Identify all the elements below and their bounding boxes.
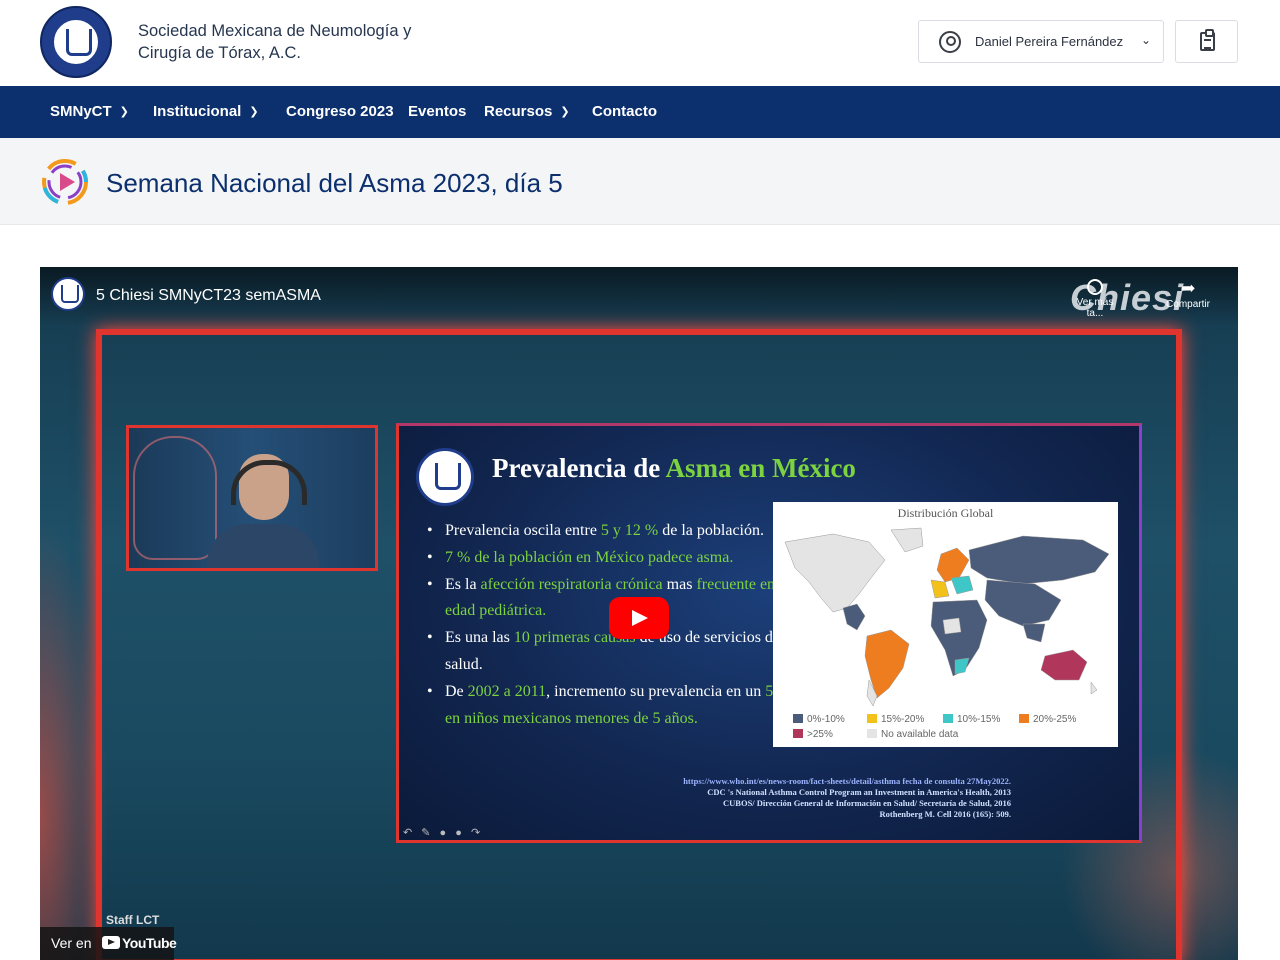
nav-item-contacto[interactable]: Contacto (592, 103, 657, 120)
smnyct-logo-icon (416, 448, 474, 506)
watch-on-youtube-button[interactable]: Ver en YouTube (40, 927, 177, 960)
slide-toolbar-icons: ↶ ✎ ● ● ↷ (403, 827, 484, 839)
map-title: Distribución Global (897, 506, 994, 520)
share-arrow-icon: ➦ (1180, 278, 1196, 298)
presentation-slide: Prevalencia de Asma en México Prevalenci… (396, 423, 1142, 843)
channel-avatar[interactable] (51, 277, 85, 311)
site-header: Sociedad Mexicana de Neumología y Cirugí… (0, 0, 1280, 86)
user-circle-icon (939, 31, 961, 53)
legend-swatch (867, 729, 877, 738)
nav-item-congreso[interactable]: Congreso 2023 (286, 103, 394, 120)
clipboard-icon (1200, 29, 1215, 51)
smnyct-logo-icon[interactable] (40, 6, 112, 78)
user-name: Daniel Pereira Fernández (975, 34, 1124, 49)
chevron-down-icon: ❯ (560, 106, 570, 118)
legend-swatch (793, 714, 803, 723)
chevron-down-icon: ⌄ (1141, 33, 1152, 47)
watch-later-button[interactable]: Ver más ta... (1070, 279, 1120, 319)
list-item: De 2002 a 2011, incremento su prevalenci… (425, 679, 795, 733)
clipboard-button[interactable] (1175, 20, 1238, 63)
nav-item-eventos[interactable]: Eventos (408, 103, 466, 120)
slide-references: https://www.who.int/es/news-room/fact-sh… (683, 776, 1011, 819)
list-item: 7 % de la población en México padece asm… (425, 545, 795, 572)
nav-item-institucional[interactable]: Institucional ❯ (153, 103, 259, 120)
play-button[interactable] (609, 597, 669, 639)
list-item: Prevalencia oscila entre 5 y 12 % de la … (425, 518, 795, 545)
slide-title: Prevalencia de Asma en México (492, 453, 856, 483)
chevron-down-icon: ❯ (119, 106, 129, 118)
legend-swatch (793, 729, 803, 738)
staff-watermark: Staff LCT (106, 913, 160, 927)
video-play-logo-icon (42, 159, 88, 205)
user-menu-button[interactable]: Daniel Pereira Fernández ⌄ (918, 20, 1164, 63)
page-title: Semana Nacional del Asma 2023, día 5 (106, 168, 563, 198)
page-title-band: Semana Nacional del Asma 2023, día 5 (0, 138, 1280, 225)
nav-item-smnyct[interactable]: SMNyCT ❯ (50, 103, 129, 120)
main-nav: SMNyCT ❯ Institucional ❯ Congreso 2023 Eve… (0, 86, 1280, 138)
legend-swatch (943, 714, 953, 723)
chevron-down-icon: ❯ (249, 106, 259, 118)
world-map (773, 520, 1118, 712)
speaker-camera (126, 425, 378, 571)
legend-swatch (867, 714, 877, 723)
clock-icon (1087, 279, 1103, 295)
org-name[interactable]: Sociedad Mexicana de Neumología y Cirugí… (138, 20, 438, 64)
youtube-logo-icon (102, 936, 120, 949)
world-map-card: Distribución Global 0%-10% 15%-20% 10%-1… (773, 502, 1118, 747)
youtube-video-player[interactable]: 5 Chiesi SMNyCT23 semASMA Chiesi Ver más… (40, 267, 1238, 960)
legend-swatch (1019, 714, 1029, 723)
video-title[interactable]: 5 Chiesi SMNyCT23 semASMA (96, 287, 321, 305)
share-button[interactable]: ➦ Compartir (1158, 279, 1218, 310)
nav-item-recursos[interactable]: Recursos ❯ (484, 103, 570, 120)
